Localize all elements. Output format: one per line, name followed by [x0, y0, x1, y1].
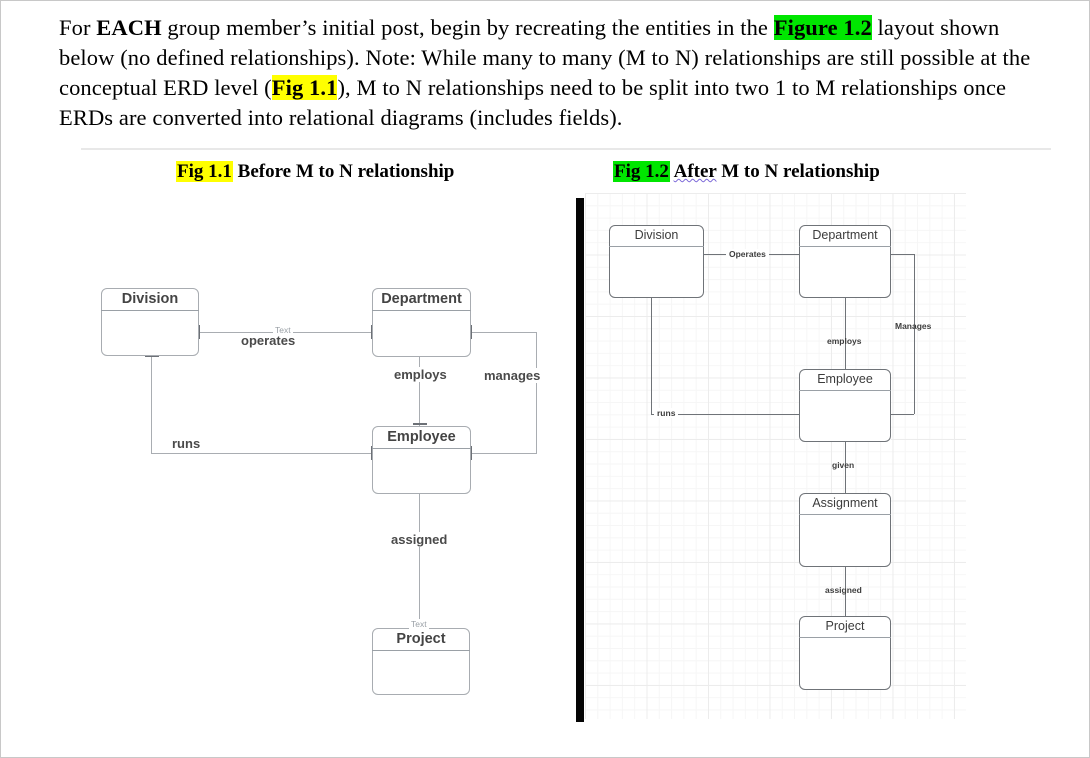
connector-manages-side: [536, 332, 537, 453]
figure-1-1-caption: Fig 1.1 Before M to N relationship: [176, 161, 454, 183]
entity-division-title: Division: [609, 225, 704, 247]
connector-given: [845, 442, 846, 499]
horizontal-divider: [81, 148, 1051, 150]
connector-runs-vertical: [651, 298, 652, 414]
figure-1-2-caption-misspelled-word: After: [673, 161, 717, 182]
intro-highlight-fig-1-1: Fig 1.1: [271, 75, 338, 100]
entity-project-title: Project: [799, 616, 891, 638]
label-assigned: assigned: [388, 532, 451, 547]
entity-assignment[interactable]: Assignment: [799, 493, 891, 567]
connector-manages-top: [471, 332, 537, 333]
document-page: For EACH group member’s initial post, be…: [0, 0, 1090, 758]
label-runs: runs: [654, 408, 679, 418]
figure-1-1-diagram: Division Department Employee Project Tex…: [81, 191, 561, 721]
connector-manages-bottom: [891, 414, 914, 415]
label-text-project-placeholder: Text: [409, 619, 429, 629]
label-assigned: assigned: [825, 585, 862, 595]
entity-assignment-title: Assignment: [799, 493, 891, 515]
entity-employee-title: Employee: [372, 426, 471, 449]
intro-paragraph: For EACH group member’s initial post, be…: [59, 13, 1059, 133]
figure-1-1-tag: Fig 1.1: [176, 161, 233, 182]
entity-employee[interactable]: Employee: [799, 369, 891, 442]
label-runs: runs: [169, 436, 204, 451]
entity-department[interactable]: Department: [799, 225, 891, 298]
label-manages: manages: [481, 368, 544, 383]
entity-employee-title: Employee: [799, 369, 891, 391]
label-given: given: [832, 460, 855, 470]
figure-1-2-diagram: Division Department Employee Assignment …: [576, 193, 966, 723]
connector-manages-bottom: [471, 453, 537, 454]
cardinality-tick-employee-top: [413, 423, 427, 425]
entity-department[interactable]: Department: [372, 288, 471, 357]
label-employs: employs: [827, 336, 862, 346]
diagram-left-black-bar: [576, 198, 584, 722]
figure-1-2-caption-label: M to N relationship: [716, 161, 880, 182]
connector-manages-top: [891, 254, 914, 255]
entity-department-title: Department: [799, 225, 891, 247]
intro-text-2: group member’s initial post, begin by re…: [161, 15, 774, 40]
connector-assigned: [419, 494, 420, 636]
connector-manages-side: [914, 254, 915, 414]
connector-runs-horizontal: [151, 453, 372, 454]
label-operates: Operates: [726, 249, 769, 259]
entity-division[interactable]: Division: [609, 225, 704, 298]
entity-employee[interactable]: Employee: [372, 426, 471, 494]
entity-project[interactable]: Project: [372, 628, 470, 695]
figure-1-2-tag: Fig 1.2: [613, 161, 670, 182]
figure-1-2-caption: Fig 1.2 After M to N relationship: [613, 161, 880, 183]
entity-project-title: Project: [372, 628, 470, 651]
intro-highlight-figure-1-2: Figure 1.2: [773, 15, 872, 40]
connector-assigned: [845, 567, 846, 623]
label-employs: employs: [391, 367, 450, 382]
label-manages: Manages: [895, 321, 932, 331]
connector-runs-vertical: [151, 357, 152, 453]
entity-division-title: Division: [101, 288, 199, 311]
entity-project[interactable]: Project: [799, 616, 891, 690]
intro-bold-each: EACH: [96, 15, 162, 40]
intro-text-1: For: [59, 15, 97, 40]
entity-division[interactable]: Division: [101, 288, 199, 356]
entity-department-title: Department: [372, 288, 471, 311]
figure-1-1-caption-label: Before M to N relationship: [237, 161, 455, 182]
label-operates: operates: [238, 333, 299, 348]
